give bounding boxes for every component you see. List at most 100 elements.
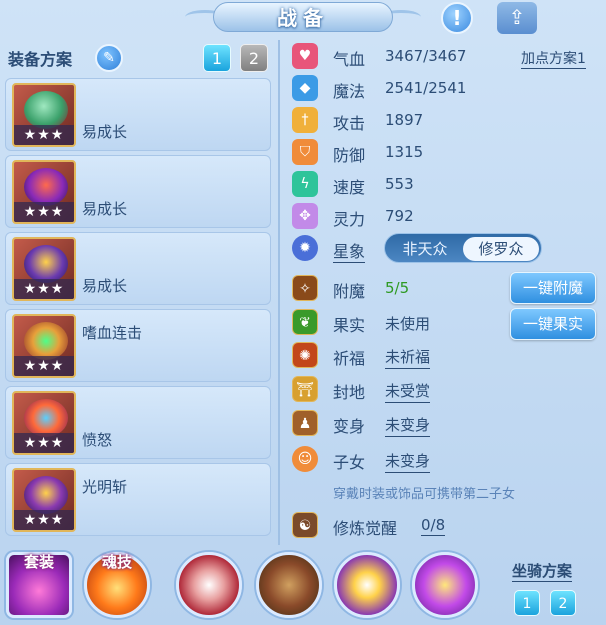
- shield-icon: ⛉: [292, 139, 318, 165]
- exclamation-icon[interactable]: !: [441, 2, 473, 34]
- star-rating: ★★★: [14, 433, 74, 453]
- equipment-name: 嗜血连击: [82, 324, 143, 342]
- battle-prep-panel: 战备 ! ⇪ 装备方案 ✎ 1 2 ★★★ 易成长 ★★★ 易成长 ★★★ 易成…: [0, 0, 606, 625]
- one-click-enchant-button[interactable]: 一键附魔: [510, 272, 596, 304]
- fief-label: 封地: [333, 383, 366, 402]
- enchant-value: 5/5: [385, 279, 410, 297]
- equipment-name: 易成长: [82, 200, 128, 218]
- equipment-plan-label: 装备方案: [8, 50, 73, 69]
- fruit-value: 未使用: [385, 315, 431, 333]
- blessing-icon: ✺: [292, 342, 318, 368]
- stat-value: 3467/3467: [385, 47, 467, 65]
- radiance-skill-icon[interactable]: [334, 552, 400, 618]
- title-bar: 战备 ! ⇪: [0, 0, 606, 36]
- equipment-thumbnail[interactable]: ★★★: [12, 391, 76, 455]
- blessing-value[interactable]: 未祈福: [385, 346, 431, 369]
- star-sign-row: ✹ 星象 非天众 修罗众: [288, 232, 606, 264]
- enchant-label: 附魔: [333, 282, 366, 301]
- share-icon[interactable]: ⇪: [497, 2, 537, 34]
- warrior-skill-icon[interactable]: [256, 552, 322, 618]
- star-sign-toggle[interactable]: 非天众 修罗众: [384, 233, 542, 263]
- spirit-icon: ✥: [292, 203, 318, 229]
- blessing-row: ✺ 祈福 未祈福: [288, 339, 606, 371]
- equipment-name: 愤怒: [82, 431, 113, 449]
- pencil-icon[interactable]: ✎: [95, 44, 123, 72]
- stat-value: 792: [385, 207, 414, 225]
- enchant-icon: ✧: [292, 275, 318, 301]
- equipment-slot-5[interactable]: ★★★ 愤怒: [5, 386, 271, 459]
- weapon-icon: [24, 91, 68, 129]
- page-title: 战备: [213, 2, 393, 32]
- child-value[interactable]: 未变身: [385, 450, 431, 473]
- equipment-name: 易成长: [82, 277, 128, 295]
- stat-label: 气血: [333, 50, 366, 69]
- equipment-thumbnail[interactable]: ★★★: [12, 160, 76, 224]
- transform-row: ♟ 变身 未变身: [288, 407, 606, 439]
- equipment-thumbnail[interactable]: ★★★: [12, 468, 76, 532]
- equipment-thumbnail[interactable]: ★★★: [12, 314, 76, 378]
- equipment-scheme-1-button[interactable]: 1: [203, 44, 231, 72]
- heart-icon: ♥: [292, 43, 318, 69]
- transform-label: 变身: [333, 417, 366, 436]
- one-click-fruit-button[interactable]: 一键果实: [510, 308, 596, 340]
- fruit-icon: ❦: [292, 309, 318, 335]
- stat-value: 1897: [385, 111, 424, 129]
- stat-label: 魔法: [333, 82, 366, 101]
- mount-scheme-2-button[interactable]: 2: [550, 590, 576, 616]
- stat-value: 2541/2541: [385, 79, 467, 97]
- child-label: 子女: [333, 453, 366, 472]
- equipment-slot-2[interactable]: ★★★ 易成长: [5, 155, 271, 228]
- equipment-thumbnail[interactable]: ★★★: [12, 237, 76, 301]
- stat-label: 防御: [333, 146, 366, 165]
- meditate-icon: ☯: [292, 512, 318, 538]
- stat-label: 攻击: [333, 114, 366, 133]
- star-sign-label[interactable]: 星象: [333, 238, 366, 263]
- child-icon: ☺: [292, 446, 318, 472]
- stat-label: 灵力: [333, 210, 366, 229]
- bottom-skill-bar: 套装 魂技 坐骑方案 1 2: [0, 548, 606, 625]
- stat-value: 553: [385, 175, 414, 193]
- mount-plan-label: 坐骑方案: [512, 562, 573, 582]
- soul-skill-button[interactable]: 魂技: [84, 552, 150, 618]
- stat-defense: ⛉ 防御 1315: [288, 136, 606, 168]
- speed-icon: ϟ: [292, 171, 318, 197]
- stat-attack: † 攻击 1897: [288, 104, 606, 136]
- equipment-plan-header: 装备方案 ✎ 1 2: [8, 44, 273, 72]
- transform-icon: ♟: [292, 410, 318, 436]
- fief-value[interactable]: 未受赏: [385, 380, 431, 403]
- star-rating: ★★★: [14, 356, 74, 376]
- fruit-label: 果实: [333, 316, 366, 335]
- necklace-icon: [24, 322, 68, 360]
- belt-icon: [24, 399, 68, 437]
- equipment-name: 易成长: [82, 123, 128, 141]
- equipment-slot-1[interactable]: ★★★ 易成长: [5, 78, 271, 151]
- equipment-scheme-2-button[interactable]: 2: [240, 44, 268, 72]
- costume-button[interactable]: 套装: [6, 552, 72, 618]
- boots-icon: [24, 476, 68, 514]
- equipment-thumbnail[interactable]: ★★★: [12, 83, 76, 147]
- sword-icon: †: [292, 107, 318, 133]
- fief-icon: ⛩: [292, 376, 318, 402]
- soul-skill-label: 魂技: [101, 553, 133, 571]
- awaken-value[interactable]: 0/8: [421, 516, 446, 536]
- swirl-skill-icon[interactable]: [176, 552, 242, 618]
- child-hint: 穿戴时装或饰品可携带第二子女: [333, 487, 516, 502]
- crescent-skill-icon[interactable]: [412, 552, 478, 618]
- mount-scheme-1-button[interactable]: 1: [514, 590, 540, 616]
- transform-value[interactable]: 未变身: [385, 414, 431, 437]
- blessing-label: 祈福: [333, 349, 366, 368]
- awaken-row: ☯ 修炼觉醒 0/8: [288, 509, 606, 541]
- equipment-slot-6[interactable]: ★★★ 光明斩: [5, 463, 271, 536]
- equipment-slot-4[interactable]: ★★★ 嗜血连击: [5, 309, 271, 382]
- add-point-plan-link[interactable]: 加点方案1: [521, 48, 586, 69]
- costume-label: 套装: [23, 553, 55, 571]
- star-rating: ★★★: [14, 279, 74, 299]
- equipment-list: ★★★ 易成长 ★★★ 易成长 ★★★ 易成长 ★★★ 嗜血连击 ★★★ 愤怒 …: [5, 78, 271, 540]
- stat-value: 1315: [385, 143, 424, 161]
- star-sign-option-xiuluo[interactable]: 修罗众: [463, 237, 539, 261]
- stat-label: 速度: [333, 178, 366, 197]
- equipment-slot-3[interactable]: ★★★ 易成长: [5, 232, 271, 305]
- stat-hp: ♥ 气血 3467/3467 加点方案1: [288, 40, 606, 72]
- star-sign-icon: ✹: [292, 235, 318, 261]
- star-sign-option-feitian[interactable]: 非天众: [387, 237, 463, 261]
